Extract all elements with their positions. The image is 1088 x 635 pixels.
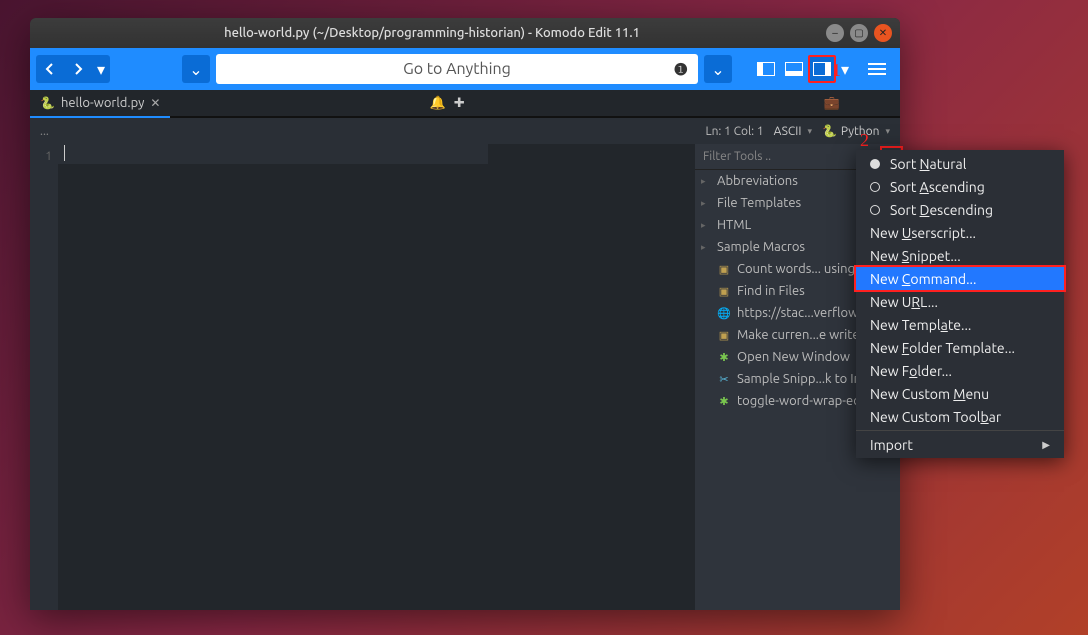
url-icon: 🌐 xyxy=(717,307,731,320)
maximize-button[interactable]: ▢ xyxy=(850,24,868,42)
menu-item-label: Sort Ascending xyxy=(890,179,985,195)
item-label: Sample Snipp...k to In xyxy=(737,372,861,386)
cmd-icon: ▣ xyxy=(717,285,731,298)
sort-option[interactable]: Sort Ascending xyxy=(856,175,1064,198)
status-bar: ... Ln: 1 Col: 1 ASCII 🐍Python xyxy=(30,118,900,144)
window-title: hello-world.py (~/Desktop/programming-hi… xyxy=(38,26,826,40)
active-line-highlight xyxy=(58,144,488,164)
editor-tab[interactable]: 🐍 hello-world.py ✕ xyxy=(30,90,170,118)
toolbox-context-menu: Sort Natural Sort Ascending Sort Descendin… xyxy=(856,150,1064,458)
import-menu-item[interactable]: Import ▶ xyxy=(856,433,1064,456)
dropdown-button-2[interactable]: ⌄ xyxy=(704,55,732,83)
line-gutter: 1 xyxy=(30,144,58,610)
dropdown-button-1[interactable]: ⌄ xyxy=(182,55,210,83)
folder-label: File Templates xyxy=(717,196,801,210)
close-button[interactable]: ✕ xyxy=(874,24,892,42)
item-label: https://stac...verflow. xyxy=(737,306,861,320)
folder-label: Abbreviations xyxy=(717,174,798,188)
language-selector[interactable]: 🐍Python xyxy=(822,124,890,138)
folder-label: HTML xyxy=(717,218,751,232)
new-menu-item[interactable]: New Custom Toolbar xyxy=(856,405,1064,428)
item-label: toggle-word-wrap-edi xyxy=(737,394,864,408)
notifications-icon[interactable]: 🔔 xyxy=(430,96,446,111)
close-tab-icon[interactable]: ✕ xyxy=(150,96,160,110)
menu-item-label: New Custom Menu xyxy=(870,386,989,402)
menu-item-label: Import xyxy=(870,437,913,453)
menu-item-label: New Command... xyxy=(870,271,976,287)
item-label: Make curren...e write xyxy=(737,328,860,342)
hamburger-icon xyxy=(868,63,886,75)
macro-icon: ✱ xyxy=(717,395,731,408)
new-menu-item[interactable]: New Folder... xyxy=(856,359,1064,382)
folder-label: Sample Macros xyxy=(717,240,805,254)
nav-recent-dropdown[interactable]: ▾ xyxy=(92,55,110,83)
tab-filename: hello-world.py xyxy=(61,96,144,110)
new-menu-item[interactable]: New Snippet... xyxy=(856,244,1064,267)
nav-forward-button[interactable] xyxy=(64,55,92,83)
bottom-pane-toggle[interactable] xyxy=(780,55,808,83)
encoding-selector[interactable]: ASCII xyxy=(774,125,812,138)
nav-back-button[interactable] xyxy=(36,55,64,83)
callout-2: 2 xyxy=(860,130,869,151)
sort-option[interactable]: Sort Natural xyxy=(856,152,1064,175)
python-icon: 🐍 xyxy=(40,96,55,110)
text-cursor xyxy=(64,145,65,161)
new-command-menu-item[interactable]: New Command... xyxy=(856,267,1064,290)
new-menu-item[interactable]: New Userscript... xyxy=(856,221,1064,244)
chevron-right-icon: ▸ xyxy=(701,220,711,231)
item-label: Open New Window xyxy=(737,350,850,364)
chevron-right-icon: ▸ xyxy=(701,176,711,187)
code-editor[interactable] xyxy=(58,144,695,610)
hamburger-menu-button[interactable] xyxy=(860,55,894,83)
new-menu-item[interactable]: New Template... xyxy=(856,313,1064,336)
editor-body: 1 ⚙▾ ▸Abbreviations▸File Templates▸HTML▸… xyxy=(30,144,900,610)
line-number: 1 xyxy=(30,150,52,163)
radio-icon xyxy=(870,205,880,215)
app-window: hello-world.py (~/Desktop/programming-hi… xyxy=(30,18,900,610)
new-tab-icon[interactable]: ✚ xyxy=(454,96,465,111)
goto-info-icon: ❶ xyxy=(674,60,688,79)
menu-item-label: Sort Natural xyxy=(890,156,966,172)
submenu-arrow-icon: ▶ xyxy=(1042,439,1050,451)
minimize-button[interactable]: ‒ xyxy=(826,24,844,42)
item-label: Find in Files xyxy=(737,284,805,298)
new-menu-item[interactable]: New Folder Template... xyxy=(856,336,1064,359)
toolbox-icon[interactable]: 💼 xyxy=(824,96,840,111)
main-toolbar: ▾ ⌄ Go to Anything ❶ ⌄ ▾ xyxy=(30,48,900,90)
titlebar: hello-world.py (~/Desktop/programming-hi… xyxy=(30,18,900,48)
cmd-icon: ▣ xyxy=(717,263,731,276)
new-menu-item[interactable]: New Custom Menu xyxy=(856,382,1064,405)
filter-tools-input[interactable] xyxy=(695,150,866,163)
goto-placeholder: Go to Anything xyxy=(403,60,511,78)
python-icon: 🐍 xyxy=(822,124,837,138)
menu-item-label: New Folder Template... xyxy=(870,340,1015,356)
item-label: Count words... using xyxy=(737,262,855,276)
tab-bar: 🐍 hello-world.py ✕ 🔔 ✚ 💼 xyxy=(30,90,900,118)
separator xyxy=(856,430,1064,431)
status-indicator: ... xyxy=(40,125,49,138)
menu-item-label: Sort Descending xyxy=(890,202,993,218)
menu-item-label: New Snippet... xyxy=(870,248,961,264)
callout-1: 1 xyxy=(832,60,841,81)
radio-icon xyxy=(870,159,880,169)
chevron-left-icon xyxy=(44,63,56,75)
nav-history: ▾ xyxy=(36,55,110,83)
sort-option[interactable]: Sort Descending xyxy=(856,198,1064,221)
menu-item-label: New Template... xyxy=(870,317,971,333)
menu-item-label: New URL... xyxy=(870,294,938,310)
new-menu-item[interactable]: New URL... xyxy=(856,290,1064,313)
chevron-right-icon: ▸ xyxy=(701,198,711,209)
goto-anything-input[interactable]: Go to Anything ❶ xyxy=(216,54,698,84)
cursor-position: Ln: 1 Col: 1 xyxy=(705,125,763,138)
menu-item-label: New Custom Toolbar xyxy=(870,409,1001,425)
snip-icon: ✂ xyxy=(717,373,731,386)
menu-item-label: New Folder... xyxy=(870,363,952,379)
chevron-right-icon xyxy=(72,63,84,75)
left-pane-toggle[interactable] xyxy=(752,55,780,83)
cmd-icon: ▣ xyxy=(717,329,731,342)
macro-icon: ✱ xyxy=(717,351,731,364)
chevron-right-icon: ▸ xyxy=(701,242,711,253)
radio-icon xyxy=(870,182,880,192)
menu-item-label: New Userscript... xyxy=(870,225,976,241)
